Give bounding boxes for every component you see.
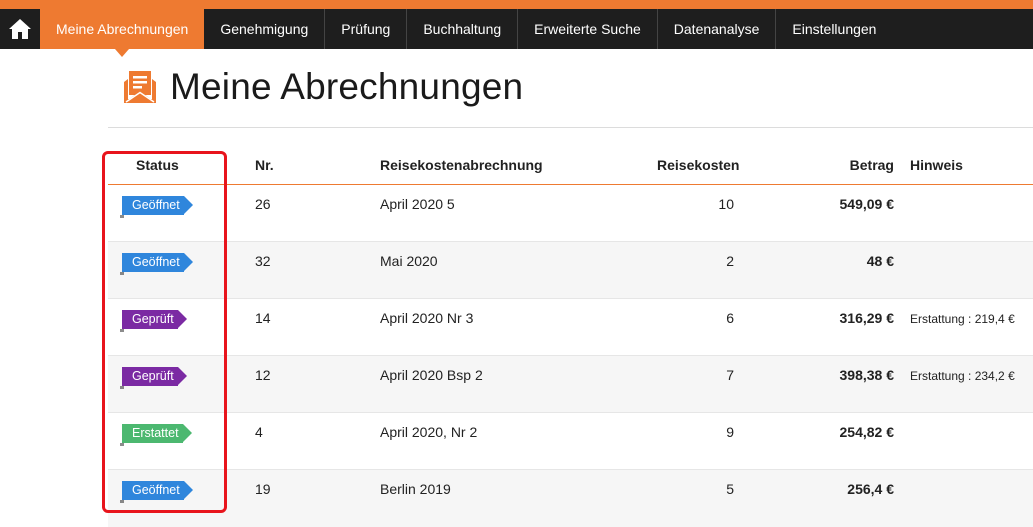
status-badge[interactable]: Geöffnet <box>120 481 193 503</box>
nav-tab-label: Prüfung <box>341 21 391 37</box>
row-nr: 19 <box>255 481 271 497</box>
row-expense-count: 7 <box>726 367 734 383</box>
row-note: Erstattung : 234,2 € <box>910 369 1015 383</box>
nav-tab-label: Genehmigung <box>220 21 309 37</box>
table-row[interactable]: Geöffnet 26 April 2020 5 10 549,09 € <box>108 185 1033 242</box>
row-nr: 12 <box>255 367 271 383</box>
main-navigation: Meine Abrechnungen Genehmigung Prüfung B… <box>0 9 1033 57</box>
row-report-name[interactable]: April 2020 5 <box>380 196 455 212</box>
table-row[interactable]: Geöffnet 19 Berlin 2019 5 256,4 € <box>108 470 1033 527</box>
nav-tab-meine-abrechnungen[interactable]: Meine Abrechnungen <box>40 9 205 57</box>
column-header-amount[interactable]: Betrag <box>804 157 894 173</box>
nav-tab-label: Meine Abrechnungen <box>56 21 189 37</box>
status-badge[interactable]: Geprüft <box>120 367 187 389</box>
nav-tab-label: Datenanalyse <box>673 21 760 37</box>
nav-tab-erweiterte-suche[interactable]: Erweiterte Suche <box>517 9 657 49</box>
header-divider <box>108 127 1033 128</box>
row-report-name[interactable]: Berlin 2019 <box>380 481 451 497</box>
row-report-name[interactable]: Mai 2020 <box>380 253 438 269</box>
table-row[interactable]: Erstattet 4 April 2020, Nr 2 9 254,82 € <box>108 413 1033 470</box>
status-badge[interactable]: Geprüft <box>120 310 187 332</box>
column-header-expenses[interactable]: Reisekosten <box>657 157 739 173</box>
row-amount: 398,38 € <box>839 367 895 383</box>
row-amount: 549,09 € <box>839 196 895 212</box>
status-badge[interactable]: Geöffnet <box>120 196 193 218</box>
row-amount: 254,82 € <box>839 424 895 440</box>
row-expense-count: 5 <box>726 481 734 497</box>
home-button[interactable] <box>0 9 40 49</box>
column-header-status[interactable]: Status <box>136 157 179 173</box>
table-row[interactable]: Geprüft 12 April 2020 Bsp 2 7 398,38 € E… <box>108 356 1033 413</box>
column-header-nr[interactable]: Nr. <box>255 157 274 173</box>
nav-tab-label: Buchhaltung <box>423 21 502 37</box>
page-title: Meine Abrechnungen <box>170 66 524 107</box>
row-nr: 14 <box>255 310 271 326</box>
nav-tab-pruefung[interactable]: Prüfung <box>324 9 406 49</box>
row-note: Erstattung : 219,4 € <box>910 312 1015 326</box>
row-nr: 4 <box>255 424 263 440</box>
table-header: Status Nr. Reisekostenabrechnung Reiseko… <box>108 150 1033 185</box>
status-badge[interactable]: Geöffnet <box>120 253 193 275</box>
envelope-receipt-icon <box>124 71 156 103</box>
row-nr: 32 <box>255 253 271 269</box>
page-header: Meine Abrechnungen <box>122 66 523 108</box>
nav-tab-genehmigung[interactable]: Genehmigung <box>204 9 324 49</box>
nav-tab-datenanalyse[interactable]: Datenanalyse <box>656 9 776 49</box>
row-nr: 26 <box>255 196 271 212</box>
row-amount: 316,29 € <box>839 310 895 326</box>
row-report-name[interactable]: April 2020, Nr 2 <box>380 424 477 440</box>
row-amount: 48 € <box>866 253 894 269</box>
nav-tab-einstellungen[interactable]: Einstellungen <box>775 9 892 49</box>
column-header-report[interactable]: Reisekostenabrechnung <box>380 157 543 173</box>
column-header-note[interactable]: Hinweis <box>910 157 963 173</box>
home-icon <box>9 19 31 39</box>
row-expense-count: 9 <box>726 424 734 440</box>
row-expense-count: 2 <box>726 253 734 269</box>
row-expense-count: 6 <box>726 310 734 326</box>
nav-tab-label: Einstellungen <box>792 21 877 37</box>
table-row[interactable]: Geprüft 14 April 2020 Nr 3 6 316,29 € Er… <box>108 299 1033 356</box>
nav-tab-label: Erweiterte Suche <box>534 21 641 37</box>
nav-tab-buchhaltung[interactable]: Buchhaltung <box>406 9 517 49</box>
row-expense-count: 10 <box>718 196 734 212</box>
top-accent-stripe <box>0 0 1033 9</box>
table-row[interactable]: Geöffnet 32 Mai 2020 2 48 € <box>108 242 1033 299</box>
row-report-name[interactable]: April 2020 Bsp 2 <box>380 367 483 383</box>
row-amount: 256,4 € <box>847 481 894 497</box>
row-report-name[interactable]: April 2020 Nr 3 <box>380 310 473 326</box>
status-badge[interactable]: Erstattet <box>120 424 192 446</box>
